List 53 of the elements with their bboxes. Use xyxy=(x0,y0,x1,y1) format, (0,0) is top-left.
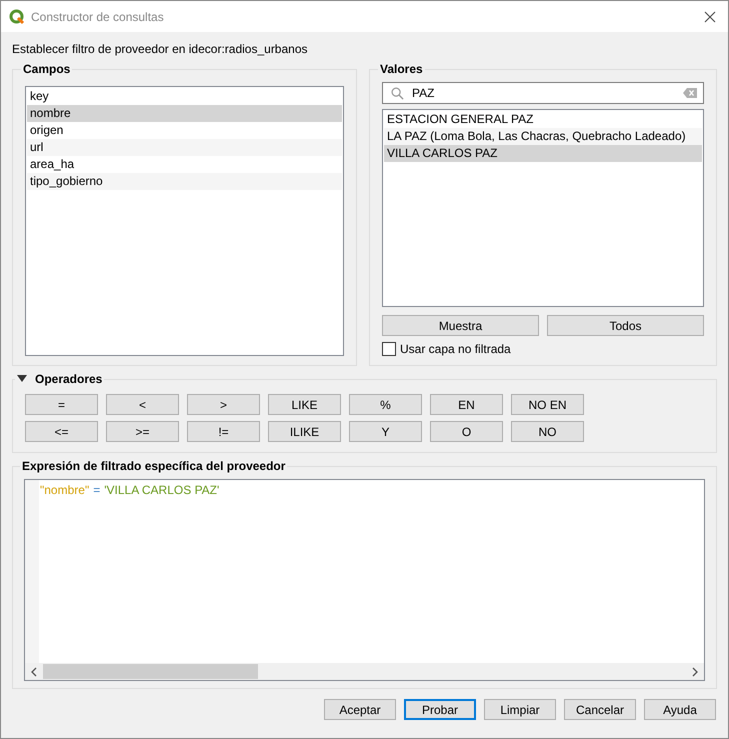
operator-button[interactable]: != xyxy=(187,421,260,442)
field-item[interactable]: area_ha xyxy=(27,156,342,173)
operator-button[interactable]: = xyxy=(25,394,98,415)
search-icon xyxy=(391,86,404,100)
search-field[interactable]: PAZ xyxy=(382,82,704,104)
code-token: "nombre" xyxy=(40,483,90,497)
group-title: Valores xyxy=(379,62,424,76)
operator-button[interactable]: >= xyxy=(106,421,179,442)
dialog-button[interactable]: Ayuda xyxy=(644,699,716,720)
checkbox-label[interactable]: Usar capa no filtrada xyxy=(400,342,511,356)
operator-button[interactable]: < xyxy=(106,394,179,415)
scroll-left-icon[interactable] xyxy=(31,666,37,676)
operator-button[interactable]: Y xyxy=(349,421,422,442)
operator-button[interactable]: O xyxy=(430,421,503,442)
horizontal-scrollbar[interactable] xyxy=(25,663,704,680)
sample-button[interactable]: Muestra xyxy=(382,315,539,336)
expression-editor[interactable]: "nombre" = 'VILLA CARLOS PAZ' xyxy=(24,479,705,681)
field-item[interactable]: key xyxy=(27,88,342,105)
dialog-button[interactable]: Aceptar xyxy=(324,699,396,720)
value-item[interactable]: VILLA CARLOS PAZ xyxy=(384,145,702,162)
fields-list[interactable]: key nombre origen url area_ha tipo_gobierno xyxy=(25,86,344,356)
close-icon[interactable] xyxy=(704,10,716,22)
field-item[interactable]: nombre xyxy=(27,105,342,122)
group-title: Campos xyxy=(22,62,72,76)
sample-button[interactable]: Todos xyxy=(547,315,704,336)
field-item[interactable]: origen xyxy=(27,122,342,139)
group-title: Operadores xyxy=(35,372,102,386)
operator-button[interactable]: NO xyxy=(511,421,584,442)
operator-button[interactable]: > xyxy=(187,394,260,415)
operator-button[interactable]: EN xyxy=(430,394,503,415)
code-token: = xyxy=(93,483,100,497)
code-token: 'VILLA CARLOS PAZ' xyxy=(104,483,220,497)
window-title: Constructor de consultas xyxy=(31,10,165,24)
collapse-icon[interactable] xyxy=(17,375,27,383)
dialog-button[interactable]: Cancelar xyxy=(564,699,636,720)
group-title: Expresión de filtrado específica del proveedor xyxy=(21,459,286,473)
value-item[interactable]: ESTACION GENERAL PAZ xyxy=(384,111,702,128)
operator-button[interactable]: % xyxy=(349,394,422,415)
value-item[interactable]: LA PAZ (Loma Bola, Las Chacras, Quebracho Ladeado) xyxy=(384,128,702,145)
scroll-right-icon[interactable] xyxy=(692,666,698,676)
checkbox[interactable] xyxy=(382,342,396,356)
operator-button[interactable]: ILIKE xyxy=(268,421,341,442)
field-item[interactable]: url xyxy=(27,139,342,156)
search-input[interactable]: PAZ xyxy=(412,86,675,100)
field-item[interactable]: tipo_gobierno xyxy=(27,173,342,190)
app-logo-icon xyxy=(9,8,25,24)
operator-button[interactable]: LIKE xyxy=(268,394,341,415)
dialog-button[interactable]: Probar xyxy=(404,699,476,720)
operator-button[interactable]: <= xyxy=(25,421,98,442)
operator-button[interactable]: NO EN xyxy=(511,394,584,415)
dialog-subtitle: Establecer filtro de proveedor en idecor:radios_urbanos xyxy=(12,42,309,58)
dialog-button[interactable]: Limpiar xyxy=(484,699,556,720)
values-list[interactable]: ESTACION GENERAL PAZ LA PAZ (Loma Bola, Las Chacras, Quebracho Ladeado) VILLA CARLOS PAZ xyxy=(382,109,704,307)
